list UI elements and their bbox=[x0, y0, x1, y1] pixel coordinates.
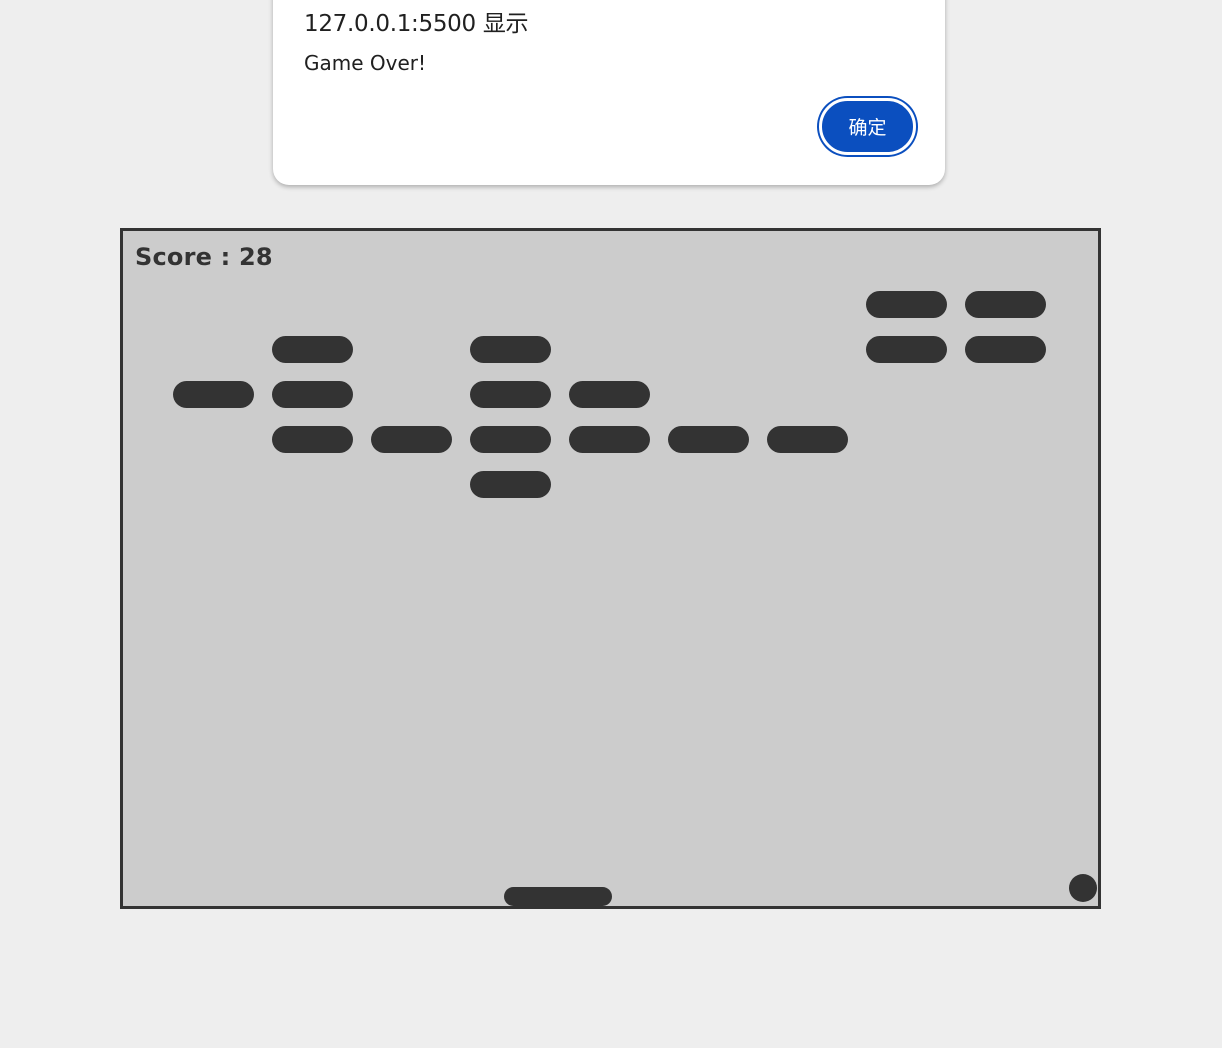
brick bbox=[272, 426, 353, 453]
brick bbox=[569, 381, 650, 408]
brick bbox=[965, 291, 1046, 318]
brick bbox=[371, 426, 452, 453]
brick bbox=[470, 426, 551, 453]
brick bbox=[767, 426, 848, 453]
paddle[interactable] bbox=[504, 887, 612, 906]
brick bbox=[173, 381, 254, 408]
score-label: Score : 28 bbox=[135, 243, 273, 271]
brick bbox=[866, 291, 947, 318]
brick bbox=[569, 426, 650, 453]
ball bbox=[1069, 874, 1097, 902]
brick bbox=[272, 381, 353, 408]
dialog-title: 127.0.0.1:5500 显示 bbox=[304, 11, 529, 37]
brick bbox=[272, 336, 353, 363]
brick bbox=[965, 336, 1046, 363]
dialog-message: Game Over! bbox=[304, 51, 427, 75]
page: 127.0.0.1:5500 显示 Game Over! 确定 Score : … bbox=[0, 0, 1222, 1048]
game-canvas[interactable]: Score : 28 bbox=[120, 228, 1101, 909]
brick bbox=[470, 381, 551, 408]
ok-button[interactable]: 确定 bbox=[819, 98, 916, 155]
alert-dialog: 127.0.0.1:5500 显示 Game Over! 确定 bbox=[273, 0, 945, 185]
brick bbox=[470, 336, 551, 363]
brick bbox=[470, 471, 551, 498]
brick bbox=[866, 336, 947, 363]
brick bbox=[668, 426, 749, 453]
